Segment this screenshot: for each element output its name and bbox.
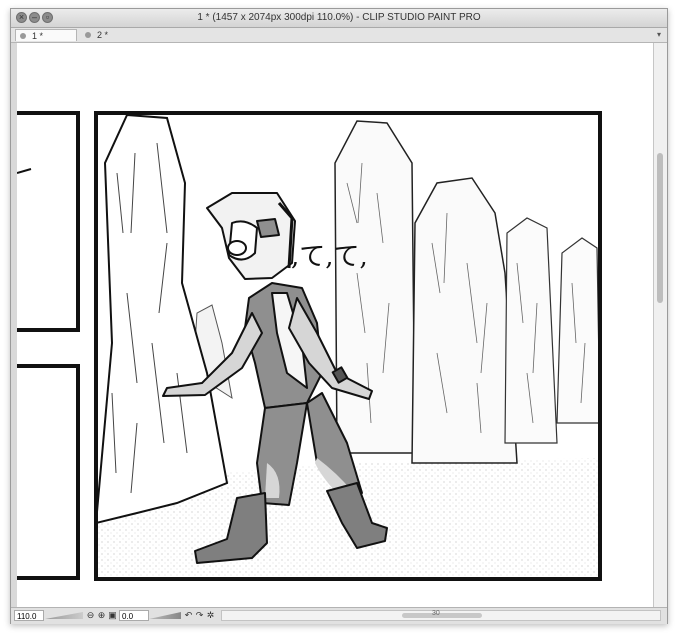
tab-close-icon[interactable] [20, 33, 26, 39]
rotate-right-icon[interactable]: ↷ [194, 610, 205, 621]
tab-close-icon[interactable] [85, 32, 91, 38]
status-bar: 110.0 ⊖ ⊕ ▣ 0.0 ↶ ↷ ✲ 30 [11, 607, 667, 624]
manga-page-artwork: て,て,て, [17, 111, 602, 581]
fit-icon[interactable]: ▣ [107, 610, 118, 621]
tab-document-1[interactable]: 1 * [15, 29, 77, 41]
zoom-value-field[interactable]: 110.0 [14, 610, 44, 621]
scroll-position-label: 30 [432, 610, 440, 617]
app-window: × – ▫ 1 * (1457 x 2074px 300dpi 110.0%) … [10, 8, 668, 624]
tab-label: 2 * [97, 30, 109, 40]
rotation-slider[interactable] [149, 612, 181, 619]
drawing-canvas[interactable]: て,て,て, [17, 43, 653, 607]
vertical-scrollbar[interactable] [653, 43, 667, 607]
horizontal-scroll-thumb[interactable] [402, 613, 482, 618]
left-panel-bottom [17, 364, 80, 580]
rotation-value-field[interactable]: 0.0 [119, 610, 149, 621]
tab-label: 1 * [32, 31, 44, 41]
window-title: 1 * (1457 x 2074px 300dpi 110.0%) - CLIP… [197, 12, 481, 23]
zoom-slider[interactable] [45, 612, 83, 619]
vertical-scroll-thumb[interactable] [657, 153, 663, 303]
title-bar[interactable]: × – ▫ 1 * (1457 x 2074px 300dpi 110.0%) … [11, 9, 667, 28]
left-panel-top [17, 111, 80, 332]
zoom-out-icon[interactable]: ⊖ [85, 610, 96, 621]
reset-rotation-icon[interactable]: ✲ [205, 610, 216, 621]
tab-menu-icon[interactable]: ▾ [654, 30, 664, 40]
tab-document-2[interactable]: 2 * [81, 29, 143, 41]
horizontal-scrollbar[interactable]: 30 [221, 610, 661, 621]
main-panel-art: て,て,て, [96, 113, 600, 579]
rotate-left-icon[interactable]: ↶ [183, 610, 194, 621]
zoom-in-icon[interactable]: ⊕ [96, 610, 107, 621]
document-tab-bar: 1 * 2 * ▾ [11, 28, 667, 43]
